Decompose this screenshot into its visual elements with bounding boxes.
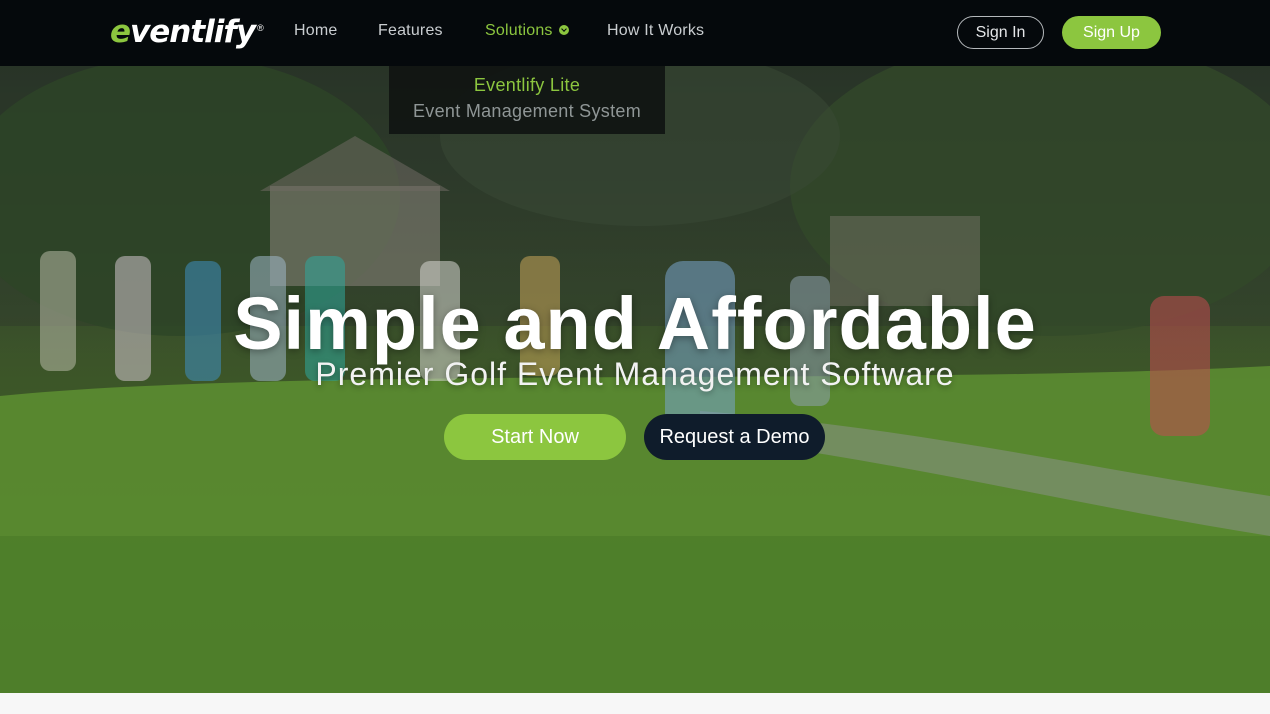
eventlify-logo[interactable]: eventlify ® <box>110 12 264 54</box>
page-bottom-strip <box>0 693 1270 714</box>
dropdown-item-event-management-system[interactable]: Event Management System <box>389 101 665 122</box>
sign-up-button[interactable]: Sign Up <box>1062 16 1161 49</box>
hero-section: Simple and Affordable Premier Golf Event… <box>0 66 1270 693</box>
nav-solutions-link[interactable]: Solutions <box>485 22 569 40</box>
registered-mark: ® <box>257 23 264 33</box>
solutions-dropdown-menu: Eventlify Lite Event Management System <box>389 66 665 134</box>
hero-subtitle: Premier Golf Event Management Software <box>315 356 955 392</box>
hero-title: Simple and Affordable <box>233 282 1037 365</box>
start-now-button[interactable]: Start Now <box>444 414 626 460</box>
nav-features-link[interactable]: Features <box>378 22 443 40</box>
top-navigation-bar: eventlify ® Home Features Solutions How … <box>0 0 1270 66</box>
sign-in-button[interactable]: Sign In <box>957 16 1044 49</box>
logo-wordmark: eventlify <box>110 14 256 50</box>
nav-solutions-label: Solutions <box>485 22 553 39</box>
nav-how-it-works-link[interactable]: How It Works <box>607 22 704 40</box>
request-demo-button[interactable]: Request a Demo <box>644 414 825 460</box>
chevron-down-icon <box>558 25 569 35</box>
dropdown-item-eventlify-lite[interactable]: Eventlify Lite <box>389 75 665 96</box>
nav-home-link[interactable]: Home <box>294 22 337 40</box>
